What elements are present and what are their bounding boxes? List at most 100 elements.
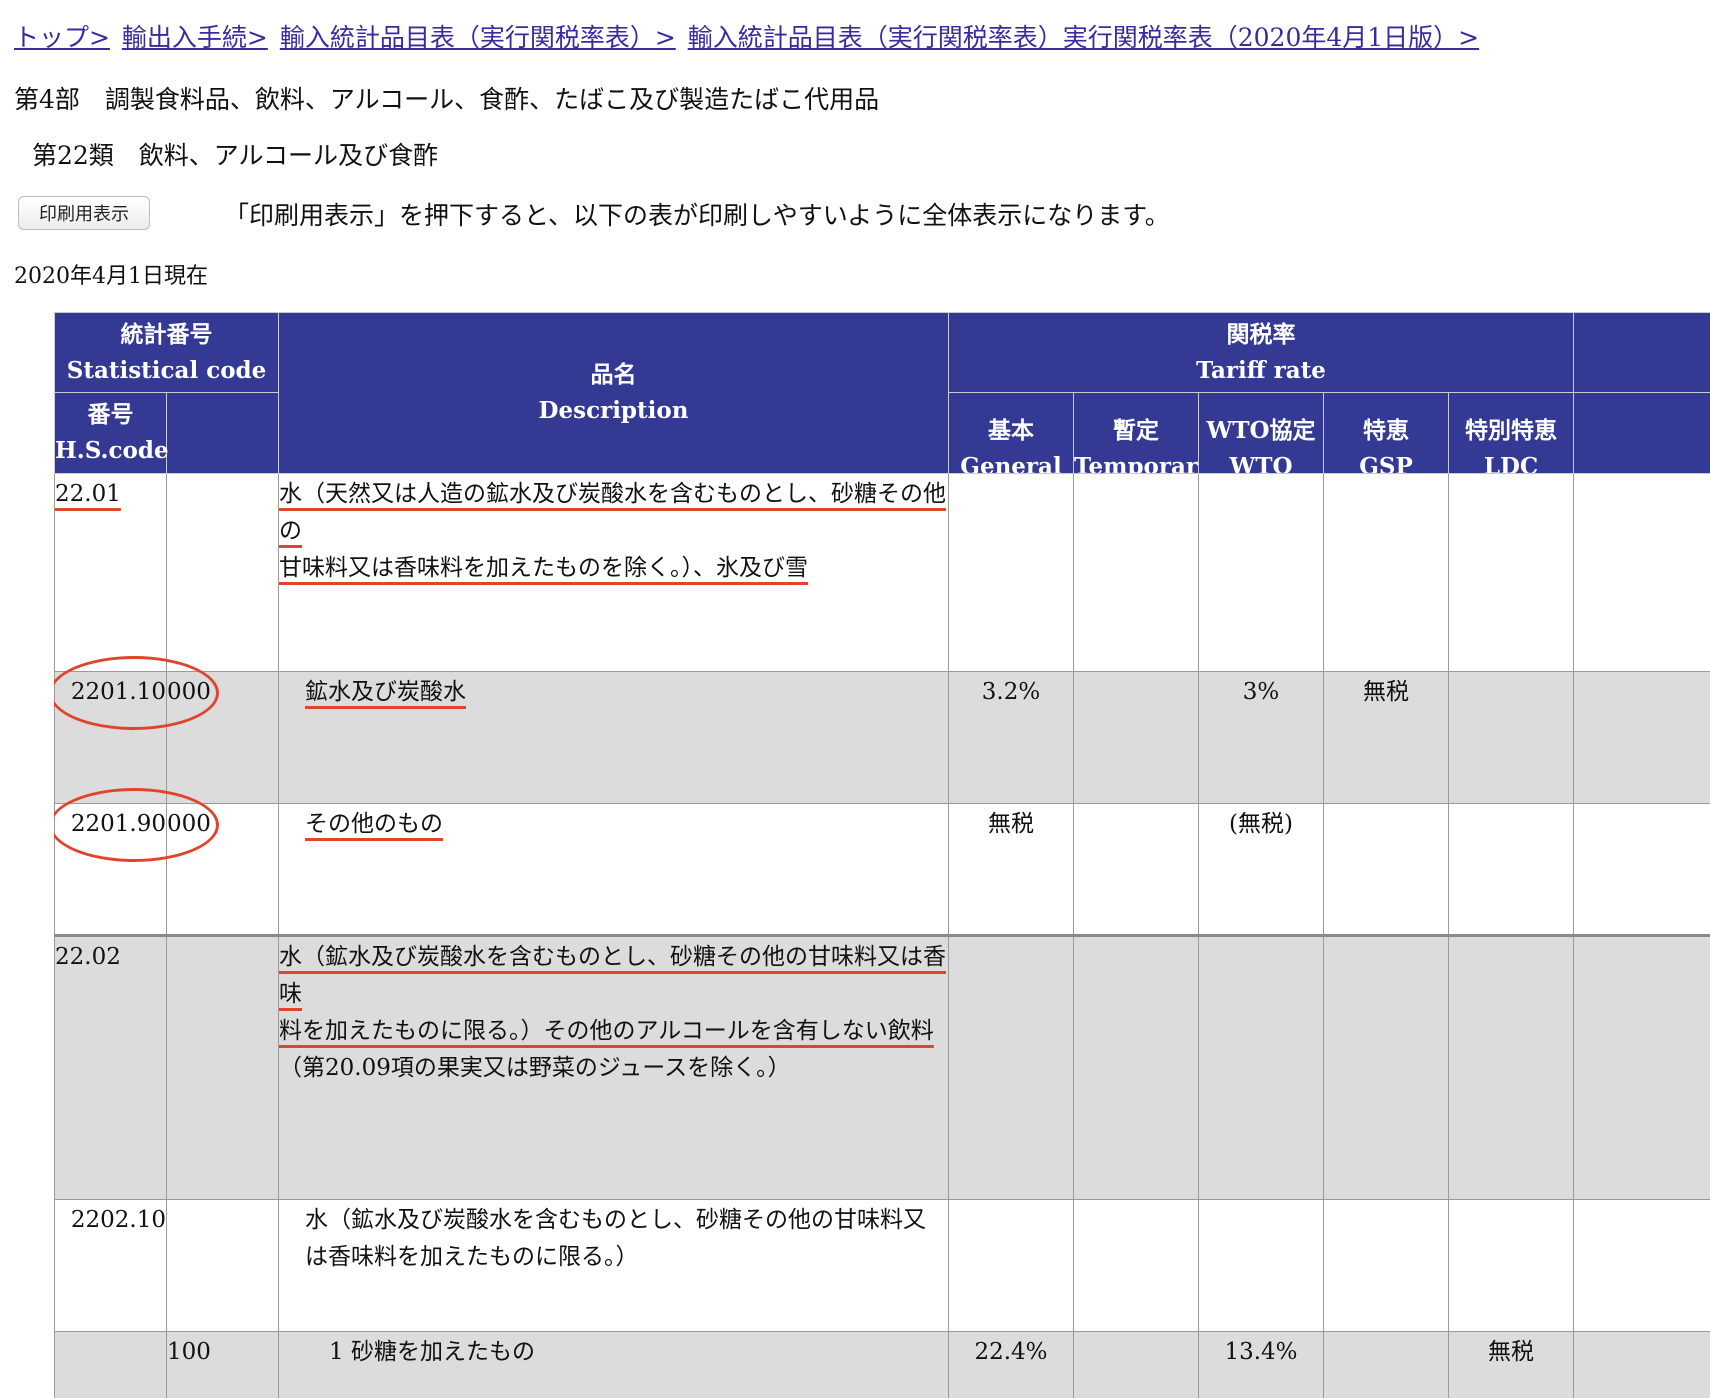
extra-cell (1573, 1331, 1710, 1398)
general-rate-cell (948, 473, 1074, 672)
extra-cell (1573, 473, 1710, 672)
stat-code-cell: 100 (166, 1331, 279, 1398)
table-row: 2202.10 水（鉱水及び炭酸水を含むものとし、砂糖その他の甘味料又は香味料を… (54, 1199, 1710, 1332)
section-title: 第4部 調製食料品、飲料、アルコール、食酢、たばこ及び製造たばこ代用品 (14, 85, 880, 114)
table-row: 100 1 砂糖を加えたもの 22.4% 13.4% 無税 (54, 1331, 1710, 1398)
wto-rate-cell: 13.4% (1198, 1331, 1324, 1398)
temporary-rate-header: 暫定 Temporary (1073, 392, 1199, 474)
hs-code: 22.02 (55, 944, 121, 970)
extra-cell (1573, 671, 1710, 804)
stat-code-header: 統計番号 Statistical code (54, 312, 279, 393)
ldc-rate-cell (1447, 803, 1575, 936)
ldc-rate-header-ja: 特別特恵 (1465, 417, 1558, 444)
breadcrumb-procedures-link[interactable]: 輸出入手続> (122, 23, 268, 52)
gsp-rate-cell (1323, 1199, 1449, 1332)
description-header: 品名 Description (278, 312, 949, 474)
stat-code-header-ja: 統計番号 (120, 320, 213, 348)
description-header-en: Description (538, 397, 689, 424)
wto-rate-cell (1198, 1199, 1324, 1332)
temporary-rate-cell (1073, 473, 1199, 672)
extra-cell (1573, 1199, 1710, 1332)
hs-code-header-en: H.S.code (55, 437, 169, 464)
ldc-rate-cell (1447, 473, 1575, 672)
breadcrumb-tariff-schedule-link[interactable]: 輸入統計品目表（実行関税率表）> (280, 23, 676, 52)
wto-rate-header-ja: WTO協定 (1206, 417, 1316, 444)
wto-rate-cell (1198, 473, 1324, 672)
temporary-rate-cell (1073, 934, 1199, 1200)
general-rate-header: 基本 General (948, 392, 1074, 474)
hs-code-cell: 22.02 (54, 934, 167, 1200)
stat-code-cell: 000 (166, 671, 279, 804)
breadcrumb: トップ> 輸出入手続> 輸入統計品目表（実行関税率表）> 輸入統計品目表（実行関… (14, 18, 1479, 54)
hs-code: 2201.10 (70, 679, 166, 705)
temporary-rate-cell (1073, 803, 1199, 936)
stat-code-cell: 000 (166, 803, 279, 936)
breadcrumb-top-link[interactable]: トップ> (14, 23, 110, 52)
gsp-rate-cell (1323, 803, 1449, 936)
tariff-rate-header-en: Tariff rate (1196, 356, 1326, 384)
ldc-rate-cell (1447, 934, 1575, 1200)
as-of-date: 2020年4月1日現在 (14, 264, 208, 289)
description-cell: 水（鉱水及び炭酸水を含むものとし、砂糖その他の甘味料又は香味料を加えたものに限る… (278, 1199, 949, 1332)
wto-rate-cell: 3% (1198, 671, 1324, 804)
breadcrumb-tariff-2020-link[interactable]: 輸入統計品目表（実行関税率表）実行関税率表（2020年4月1日版）> (688, 23, 1479, 52)
hs-code-header: 番号 H.S.code (54, 392, 169, 474)
gsp-rate-header-ja: 特恵 (1363, 417, 1409, 444)
ldc-rate-cell (1447, 1199, 1575, 1332)
general-rate-cell: 22.4% (948, 1331, 1074, 1398)
general-rate-cell (948, 934, 1074, 1200)
temporary-rate-header-en: Temporary (1074, 453, 1198, 473)
header-spacer-2 (1573, 392, 1710, 474)
tariff-table-container[interactable]: 統計番号 Statistical code 品名 Description 関税率… (54, 312, 1710, 1398)
ldc-rate-header: 特別特恵 LDC (1447, 392, 1575, 474)
hs-code-cell: 2201.10 (54, 656, 219, 804)
description-cell: その他のもの (278, 803, 949, 936)
gsp-rate-cell (1323, 473, 1449, 672)
gsp-rate-cell (1323, 934, 1449, 1200)
temporary-rate-cell (1073, 671, 1199, 804)
wto-rate-header: WTO協定 WTO (1198, 392, 1324, 474)
temporary-rate-header-ja: 暫定 (1113, 417, 1159, 444)
wto-rate-header-en: WTO (1229, 453, 1293, 473)
description-line-1: 水（天然又は人造の鉱水及び炭酸水を含むものとし、砂糖その他の (279, 481, 946, 544)
description-cell: 水（天然又は人造の鉱水及び炭酸水を含むものとし、砂糖その他の 甘味料又は香味料を… (278, 473, 949, 672)
table-row: 2201.10 000 鉱水及び炭酸水 3.2% 3% 無税 (54, 656, 1710, 804)
chapter-title: 第22類 飲料、アルコール及び食酢 (32, 141, 439, 170)
description-cell: 1 砂糖を加えたもの (278, 1331, 949, 1398)
gsp-rate-cell: 無税 (1323, 671, 1449, 804)
description-text: 鉱水及び炭酸水 (305, 679, 466, 705)
hs-code-cell: 2201.90 (54, 788, 219, 936)
stat-code-cell (166, 934, 279, 1200)
description-line-2: 甘味料又は香味料を加えたものを除く。）、氷及び雪 (279, 555, 808, 581)
ldc-rate-cell: 無税 (1447, 1331, 1575, 1398)
general-rate-header-ja: 基本 (988, 417, 1034, 444)
description-cell: 水（鉱水及び炭酸水を含むものとし、砂糖その他の甘味料又は香味 料を加えたものに限… (278, 934, 949, 1200)
hs-code-cell (54, 1331, 167, 1398)
tariff-rate-header: 関税率 Tariff rate (947, 312, 1575, 393)
general-rate-cell: 3.2% (948, 671, 1074, 804)
stat-suffix-header (166, 392, 279, 474)
extra-cell (1573, 803, 1710, 936)
hs-code-header-ja: 番号 (87, 401, 134, 428)
hs-code-cell: 22.01 (54, 473, 167, 672)
description-line-1: 水（鉱水及び炭酸水を含むものとし、砂糖その他の甘味料又は香味 (279, 944, 946, 1007)
hs-code-cell: 2202.10 (54, 1199, 167, 1332)
table-row: 2201.90 000 その他のもの 無税 (無税) (54, 788, 1710, 936)
ldc-rate-header-en: LDC (1483, 453, 1539, 473)
general-rate-cell (948, 1199, 1074, 1332)
print-note: 「印刷用表示」を押下すると、以下の表が印刷しやすいように全体表示になります。 (224, 201, 1170, 230)
stat-code-header-en: Statistical code (66, 356, 267, 384)
stat-code-cell (166, 473, 279, 672)
extra-cell (1573, 934, 1710, 1200)
gsp-rate-header-en: GSP (1359, 453, 1413, 473)
tariff-table: 統計番号 Statistical code 品名 Description 関税率… (54, 312, 1710, 1398)
description-cell: 鉱水及び炭酸水 (278, 671, 949, 804)
gsp-rate-header: 特恵 GSP (1323, 392, 1449, 474)
wto-rate-cell: (無税) (1198, 803, 1324, 936)
print-view-button[interactable]: 印刷用表示 (18, 196, 150, 230)
stat-code-cell (166, 1199, 279, 1332)
tariff-rate-header-ja: 関税率 (1226, 320, 1296, 348)
general-rate-header-en: General (960, 453, 1062, 473)
hs-code: 22.01 (55, 481, 121, 507)
description-header-ja: 品名 (590, 361, 637, 388)
